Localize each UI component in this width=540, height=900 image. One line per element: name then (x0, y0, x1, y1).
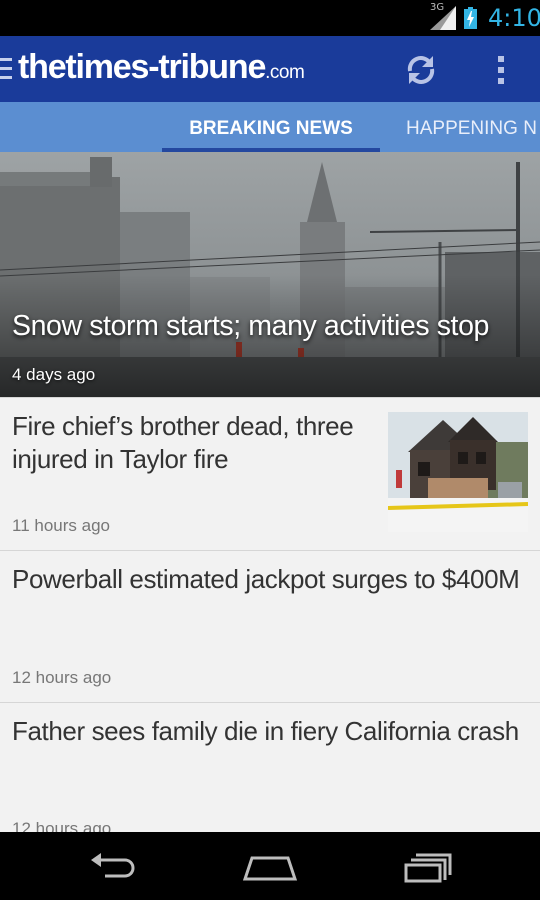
recent-apps-icon (404, 853, 452, 883)
tab-happening-now[interactable]: HAPPENING N (406, 102, 537, 152)
overflow-menu-icon[interactable] (486, 50, 516, 90)
hero-story[interactable]: Snow storm starts; many activities stop … (0, 152, 540, 397)
story-timestamp: 12 hours ago (12, 668, 112, 687)
battery-charging-icon (464, 7, 477, 29)
tab-breaking-news[interactable]: BREAKING NEWS (162, 102, 380, 152)
story-timestamp: 11 hours ago (12, 516, 110, 535)
story-item[interactable]: Fire chief’s brother dead, three injured… (0, 397, 540, 550)
story-title: Fire chief’s brother dead, three injured… (12, 411, 354, 474)
story-title: Powerball estimated jackpot surges to $4… (12, 564, 520, 594)
story-item[interactable]: Father sees family die in fiery Californ… (0, 702, 540, 832)
hero-headline: Snow storm starts; many activities stop (12, 310, 489, 342)
logo-text: thetimes-tribune (18, 48, 266, 86)
home-icon (242, 856, 298, 881)
recent-apps-button[interactable] (398, 850, 458, 884)
refresh-button[interactable] (400, 50, 442, 90)
story-title: Father sees family die in fiery Californ… (12, 716, 519, 746)
story-timestamp: 12 hours ago (12, 819, 112, 832)
back-button[interactable] (82, 850, 142, 884)
story-item[interactable]: Powerball estimated jackpot surges to $4… (0, 550, 540, 702)
home-button[interactable] (240, 850, 300, 884)
menu-icon[interactable] (0, 58, 12, 80)
navigation-bar (0, 832, 540, 900)
refresh-icon (407, 56, 435, 84)
tab-bar: BREAKING NEWS HAPPENING N (0, 102, 540, 152)
hero-timestamp: 4 days ago (12, 365, 96, 384)
logo-suffix: .com (265, 62, 305, 83)
signal-icon (430, 6, 456, 30)
story-thumbnail (388, 412, 528, 532)
app-logo[interactable]: thetimes-tribune.com (18, 48, 305, 87)
action-bar: thetimes-tribune.com (0, 36, 540, 102)
fire-house-image (388, 412, 528, 532)
clock: 4:10 (488, 4, 540, 32)
hero-image (0, 152, 540, 397)
back-icon (91, 853, 135, 878)
status-bar: 3G 4:10 (0, 0, 540, 36)
